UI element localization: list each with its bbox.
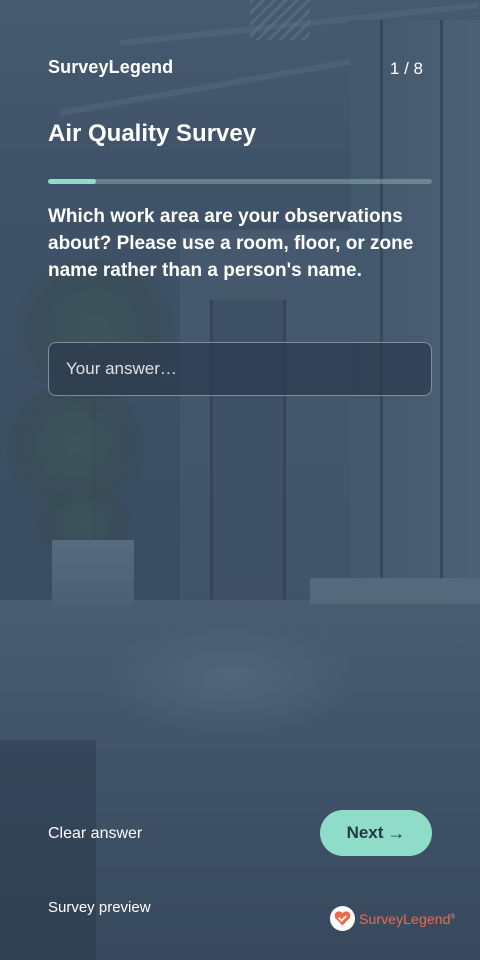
brand-name: SurveyLegend bbox=[48, 57, 174, 77]
survey-preview-label: Survey preview bbox=[48, 899, 151, 916]
surveylegend-logo[interactable]: SurveyLegend® bbox=[330, 906, 455, 931]
next-button[interactable]: Next → bbox=[320, 810, 432, 856]
progress-bar-fill bbox=[48, 179, 96, 184]
arrow-right-icon: → bbox=[387, 822, 406, 843]
survey-title: Air Quality Survey bbox=[48, 120, 257, 147]
heart-check-icon bbox=[330, 906, 355, 931]
logo-wordmark: SurveyLegend® bbox=[359, 910, 456, 927]
survey-screen: SurveyLegend 1 / 8 Air Quality Survey Wh… bbox=[0, 0, 480, 960]
answer-input[interactable] bbox=[48, 342, 432, 396]
progress-bar bbox=[48, 179, 432, 184]
clear-answer-link[interactable]: Clear answer bbox=[48, 825, 142, 843]
next-button-label: Next bbox=[346, 823, 384, 842]
question-text: Which work area are your observations ab… bbox=[48, 206, 414, 281]
question-counter: 1 / 8 bbox=[389, 59, 423, 78]
